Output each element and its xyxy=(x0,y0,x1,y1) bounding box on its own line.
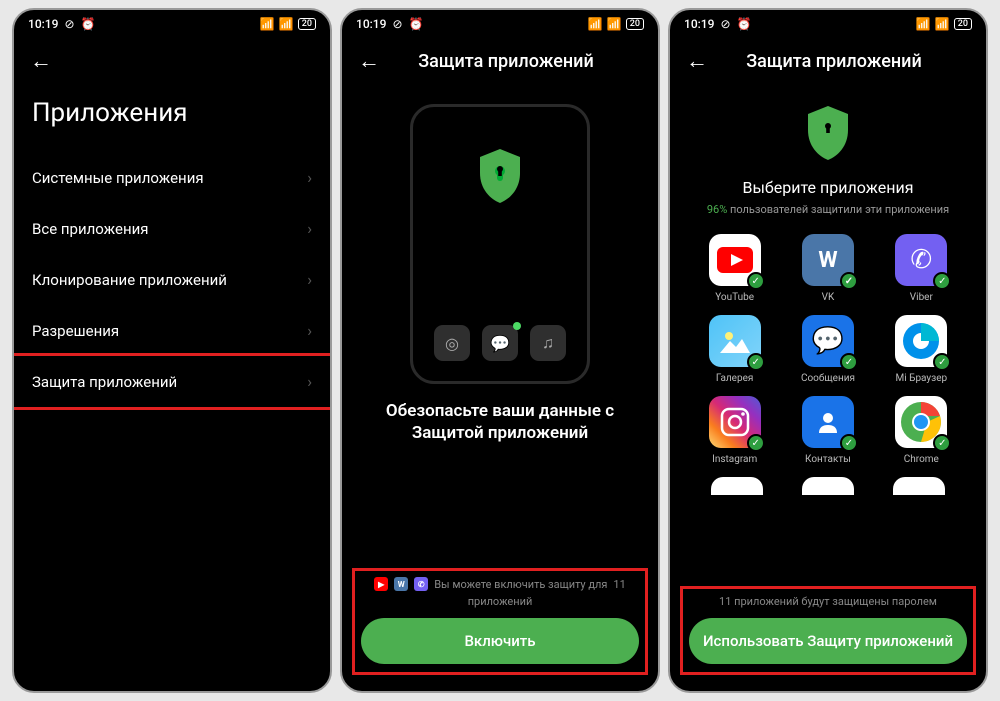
alarm2-icon: ⏰ xyxy=(737,17,752,31)
footer-hint: 11 приложений будут защищены паролем xyxy=(689,591,967,610)
app-viber[interactable]: ✆ ✓ Viber xyxy=(879,234,964,303)
check-icon: ✓ xyxy=(747,353,765,371)
status-time: 10:19 xyxy=(684,17,714,31)
chevron-right-icon: › xyxy=(307,372,312,391)
mock-app-icon: ♫ xyxy=(530,325,566,361)
alarm-icon: ⊘ xyxy=(392,17,402,31)
hint-text: ▶ W ✆ Вы можете включить защиту для 11 xyxy=(361,573,639,593)
app-gallery[interactable]: ✓ Галерея xyxy=(692,315,777,384)
signal-icon: 📶 xyxy=(260,17,275,31)
chevron-right-icon: › xyxy=(307,321,312,340)
back-icon[interactable]: ← xyxy=(686,48,708,74)
check-icon: ✓ xyxy=(933,272,951,290)
app-grid: ✓ YouTube W ✓ VK ✆ ✓ Viber ✓ Галерея 💬 ✓ xyxy=(670,234,986,465)
status-bar: 10:19 ⊘ ⏰ 📶 📶 20 xyxy=(14,10,330,38)
phone-illustration: ◎ 💬 ♫ xyxy=(410,104,590,384)
phone-screen-applock-select: 10:19 ⊘ ⏰ 📶 📶 20 ← Защита приложений Выб… xyxy=(668,8,988,693)
list-item-system-apps[interactable]: Системные приложения › xyxy=(14,152,330,203)
phone-screen-applock-intro: 10:19 ⊘ ⏰ 📶 📶 20 ← Защита приложений ◎ 💬… xyxy=(340,8,660,693)
alarm-icon: ⊘ xyxy=(64,17,74,31)
back-icon[interactable]: ← xyxy=(358,48,380,74)
page-title: Защита приложений xyxy=(400,51,612,72)
list-label: Системные приложения xyxy=(32,169,204,187)
wifi-icon: 📶 xyxy=(279,17,294,31)
highlighted-cta: 11 приложений будут защищены паролем Исп… xyxy=(680,586,976,675)
partial-apps-row xyxy=(670,465,986,495)
select-title: Выберите приложения xyxy=(670,178,986,197)
battery-icon: 20 xyxy=(298,18,316,30)
app-mibrowser[interactable]: ✓ Mi Браузер xyxy=(879,315,964,384)
app-chrome[interactable]: ✓ Chrome xyxy=(879,396,964,465)
list-item-permissions[interactable]: Разрешения › xyxy=(14,305,330,356)
alarm2-icon: ⏰ xyxy=(409,17,424,31)
use-applock-button[interactable]: Использовать Защиту приложений xyxy=(689,618,967,664)
battery-icon: 20 xyxy=(626,18,644,30)
viber-mini-icon: ✆ xyxy=(414,577,428,591)
check-icon: ✓ xyxy=(840,353,858,371)
shield-icon xyxy=(804,104,852,166)
vk-mini-icon: W xyxy=(394,577,408,591)
alarm2-icon: ⏰ xyxy=(81,17,96,31)
highlighted-cta: ▶ W ✆ Вы можете включить защиту для 11 п… xyxy=(352,568,648,675)
list-item-app-lock[interactable]: Защита приложений › xyxy=(12,353,332,410)
check-icon: ✓ xyxy=(933,434,951,452)
check-icon: ✓ xyxy=(933,353,951,371)
signal-icon: 📶 xyxy=(588,17,603,31)
app-vk[interactable]: W ✓ VK xyxy=(785,234,870,303)
wifi-icon: 📶 xyxy=(607,17,622,31)
check-icon: ✓ xyxy=(747,434,765,452)
battery-icon: 20 xyxy=(954,18,972,30)
back-icon[interactable]: ← xyxy=(30,48,52,74)
phone-screen-apps: 10:19 ⊘ ⏰ 📶 📶 20 ← Приложения Системные … xyxy=(12,8,332,693)
promo-heading: Обезопасьте ваши данные с Защитой прилож… xyxy=(342,394,658,452)
list-label: Защита приложений xyxy=(32,373,177,391)
list-label: Разрешения xyxy=(32,322,119,340)
app-youtube[interactable]: ✓ YouTube xyxy=(692,234,777,303)
status-bar: 10:19 ⊘ ⏰ 📶 📶 20 xyxy=(342,10,658,38)
check-icon: ✓ xyxy=(747,272,765,290)
mock-app-icon: ◎ xyxy=(434,325,470,361)
page-title: Защита приложений xyxy=(728,51,940,72)
chevron-right-icon: › xyxy=(307,168,312,187)
hint-text-2: приложений xyxy=(361,591,639,610)
shield-icon xyxy=(476,147,524,205)
status-time: 10:19 xyxy=(356,17,386,31)
app-messages[interactable]: 💬 ✓ Сообщения xyxy=(785,315,870,384)
list-item-clone-apps[interactable]: Клонирование приложений › xyxy=(14,254,330,305)
chevron-right-icon: › xyxy=(307,219,312,238)
list-label: Клонирование приложений xyxy=(32,271,227,289)
alarm-icon: ⊘ xyxy=(720,17,730,31)
app-contacts[interactable]: ✓ Контакты xyxy=(785,396,870,465)
enable-button[interactable]: Включить xyxy=(361,618,639,664)
check-icon: ✓ xyxy=(840,272,858,290)
app-instagram[interactable]: ✓ Instagram xyxy=(692,396,777,465)
chevron-right-icon: › xyxy=(307,270,312,289)
status-bar: 10:19 ⊘ ⏰ 📶 📶 20 xyxy=(670,10,986,38)
select-subtitle: 96% пользователей защитили эти приложени… xyxy=(670,203,986,216)
list-item-all-apps[interactable]: Все приложения › xyxy=(14,203,330,254)
youtube-mini-icon: ▶ xyxy=(374,577,388,591)
check-icon: ✓ xyxy=(840,434,858,452)
status-time: 10:19 xyxy=(28,17,58,31)
list-label: Все приложения xyxy=(32,220,149,238)
wifi-icon: 📶 xyxy=(935,17,950,31)
page-title: Приложения xyxy=(14,80,330,152)
mock-app-icon: 💬 xyxy=(482,325,518,361)
signal-icon: 📶 xyxy=(916,17,931,31)
